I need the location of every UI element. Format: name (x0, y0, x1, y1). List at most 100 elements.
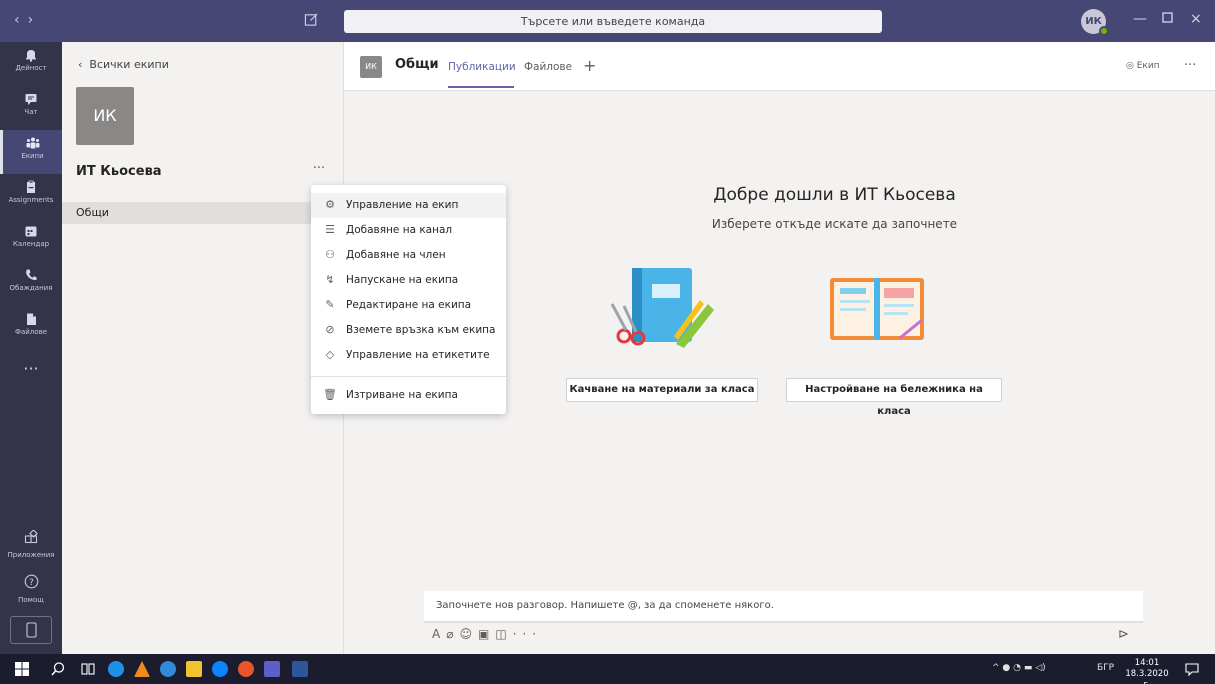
bell-icon (26, 50, 36, 62)
rail-item-chat[interactable]: Чат (0, 86, 62, 130)
header-more-options-button[interactable]: ··· (1184, 58, 1196, 73)
emoji-icon[interactable]: ☺ (459, 627, 478, 641)
rail-item-activity[interactable]: Дейност (0, 42, 62, 86)
attach-icon[interactable]: ⌀ (446, 627, 459, 641)
forward-arrow-icon[interactable]: › (28, 12, 42, 28)
title-bar: ‹› Търсете или въведете команда ИК — × (0, 0, 1215, 42)
team-options-menu: ⚙ Управление на екип ☰ Добавяне на канал… (311, 185, 506, 414)
user-initials: ИК (1085, 16, 1102, 27)
tab-files[interactable]: Файлове (524, 61, 572, 73)
menu-item-label: Изтриване на екипа (346, 389, 458, 401)
tab-posts[interactable]: Публикации (448, 61, 516, 73)
menu-item-label: Управление на екип (346, 199, 459, 211)
rail-item-apps[interactable]: Приложения (0, 530, 62, 560)
rail-item-help[interactable]: ? Помощ (0, 574, 62, 605)
vlc-icon[interactable] (134, 661, 150, 677)
setup-notebook-button[interactable]: Настройване на бележника на класа (786, 378, 1002, 417)
word-icon[interactable] (292, 661, 308, 677)
trash-icon: 🗑 (323, 388, 337, 401)
all-teams-link[interactable]: ‹ Всички екипи (78, 58, 169, 71)
rail-item-files[interactable]: Файлове (0, 306, 62, 350)
windows-taskbar: ^ ● ◔ ▬ ◁) БГР 14:01 18.3.2020 г. (0, 654, 1215, 684)
menu-item-label: Добавяне на член (346, 249, 446, 261)
firefox-icon[interactable] (238, 661, 254, 677)
menu-item-add-channel[interactable]: ☰ Добавяне на канал (311, 218, 506, 243)
rail-label: Обаждания (9, 284, 53, 292)
compose-box[interactable]: Започнете нов разговор. Напишете @, за д… (424, 591, 1143, 623)
rail-more-icon[interactable]: ··· (0, 359, 62, 378)
help-icon: ? (24, 574, 38, 589)
menu-item-edit-team[interactable]: ✎ Редактиране на екипа (311, 293, 506, 318)
active-tab-indicator (448, 86, 514, 88)
maximize-icon[interactable] (1162, 11, 1173, 27)
menu-item-get-link[interactable]: ⊘ Вземете връзка към екипа (311, 318, 506, 343)
menu-item-leave-team[interactable]: ↯ Напускане на екипа (311, 268, 506, 293)
class-notebook-illustration (830, 278, 924, 340)
rail-item-calendar[interactable]: Календар (0, 218, 62, 262)
menu-item-manage-team[interactable]: ⚙ Управление на екип (311, 193, 506, 218)
add-tab-icon[interactable]: + (583, 56, 596, 75)
team-name: ИТ Кьосева (76, 164, 162, 179)
channel-item-general[interactable]: Общи (62, 202, 343, 224)
app-rail: Дейност Чат Екипи Assignments Календар О… (0, 42, 62, 654)
mobile-icon (26, 622, 37, 638)
file-explorer-icon[interactable] (186, 661, 202, 677)
team-badge[interactable]: ◎ Екип (1126, 61, 1160, 71)
rail-label: Екипи (21, 152, 44, 160)
language-indicator[interactable]: БГР (1097, 663, 1114, 673)
menu-item-label: Редактиране на екипа (346, 299, 472, 311)
teams-icon (26, 137, 39, 149)
rail-item-calls[interactable]: Обаждания (0, 262, 62, 306)
compose-toolbar: A⌀☺▣◫··· (432, 627, 542, 641)
channel-label: Общи (76, 206, 109, 219)
send-icon[interactable]: ⊳ (1118, 627, 1129, 642)
menu-item-delete-team[interactable]: 🗑 Изтриване на екипа (311, 383, 506, 408)
task-view-icon[interactable] (80, 661, 96, 677)
edge-legacy-icon[interactable] (108, 661, 124, 677)
rail-label: Чат (24, 108, 38, 116)
menu-item-label: Управление на етикетите (346, 349, 490, 361)
compose-more-icon[interactable]: ··· (513, 627, 542, 641)
tag-icon: ◇ (325, 348, 335, 361)
menu-item-label: Добавяне на канал (346, 224, 453, 236)
rail-item-teams[interactable]: Екипи (0, 130, 62, 174)
meet-icon[interactable]: ◫ (495, 627, 512, 641)
notifications-icon[interactable] (1184, 661, 1200, 677)
messenger-icon[interactable] (212, 661, 228, 677)
team-panel: ‹ Всички екипи ИК ИТ Кьосева ··· Общи (62, 42, 344, 654)
compose-placeholder: Започнете нов разговор. Напишете @, за д… (436, 600, 774, 611)
nav-arrows[interactable]: ‹› (14, 12, 41, 28)
team-avatar: ИК (76, 87, 134, 145)
taskbar-search-icon[interactable] (50, 661, 66, 677)
rail-label: Приложения (7, 551, 55, 559)
format-icon[interactable]: A (432, 627, 446, 641)
upload-materials-button[interactable]: Качване на материали за класа (566, 378, 758, 402)
windows-start-icon[interactable] (14, 661, 30, 677)
add-person-icon: ⚇ (325, 248, 335, 261)
sticker-icon[interactable]: ▣ (478, 627, 495, 641)
search-input[interactable]: Търсете или въведете команда (344, 10, 882, 33)
channel-title: Общи (395, 57, 439, 72)
teams-taskbar-icon[interactable] (264, 661, 280, 677)
close-icon[interactable]: × (1190, 11, 1202, 27)
back-arrow-icon[interactable]: ‹ (14, 12, 28, 28)
rail-item-assignments[interactable]: Assignments (0, 174, 62, 218)
menu-item-add-member[interactable]: ⚇ Добавяне на член (311, 243, 506, 268)
minimize-icon[interactable]: — (1133, 11, 1147, 27)
internet-explorer-icon[interactable] (160, 661, 176, 677)
menu-item-manage-tags[interactable]: ◇ Управление на етикетите (311, 343, 506, 368)
svg-text:?: ? (29, 578, 34, 588)
new-chat-icon[interactable] (304, 12, 322, 30)
rail-label: Помощ (18, 596, 44, 604)
team-more-options-button[interactable]: ··· (308, 161, 330, 176)
channel-header: ИК Общи Публикации Файлове + ◎ Екип ··· (344, 42, 1215, 91)
apps-icon (24, 530, 38, 544)
clock-time: 14:01 (1134, 658, 1160, 668)
tray-icons[interactable]: ^ ● ◔ ▬ ◁) (992, 663, 1046, 673)
channel-avatar: ИК (360, 56, 382, 78)
user-avatar[interactable]: ИК (1081, 9, 1109, 36)
chat-icon (25, 94, 37, 105)
system-clock[interactable]: 14:01 18.3.2020 г. (1124, 658, 1170, 684)
device-button[interactable] (10, 616, 52, 644)
files-icon (27, 313, 36, 325)
